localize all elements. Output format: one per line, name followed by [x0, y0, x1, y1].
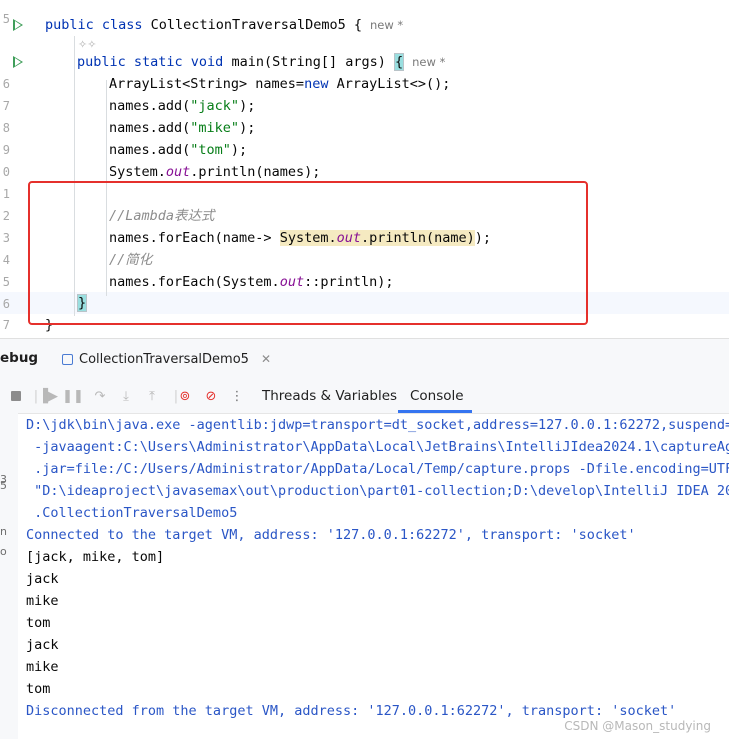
view-breakpoints-icon[interactable]: ⊚ [177, 388, 193, 404]
new-hint: new * [412, 55, 446, 69]
code-line-10: 0 names.add("tom"); [0, 139, 729, 179]
run-main-icon[interactable] [13, 56, 23, 68]
code-token: new [304, 76, 337, 92]
tab-console[interactable]: Console [410, 388, 464, 404]
code-token: CollectionTraversalDemo5 { [150, 17, 362, 33]
run-class-icon[interactable] [13, 19, 23, 31]
debug-session-label: CollectionTraversalDemo5 [79, 351, 249, 367]
code-token: names.add( [109, 142, 191, 158]
resume-icon[interactable]: ▐▶ [38, 388, 58, 404]
strip-label: 5 [0, 479, 7, 492]
code-token: names.add( [109, 98, 191, 114]
pause-icon[interactable]: ❚❚ [62, 388, 84, 404]
string-literal: "jack" [190, 98, 240, 114]
window-icon [62, 353, 73, 365]
console-line: .jar=file:/C:/Users/Administrator/AppDat… [26, 461, 729, 477]
debug-session-tab[interactable]: CollectionTraversalDemo5 ✕ [62, 349, 271, 369]
console-line: mike [26, 659, 59, 675]
matched-brace: { [394, 53, 405, 71]
console-line: tom [26, 681, 51, 697]
console-line: jack [26, 571, 59, 587]
code-token: main(String[] args) [231, 54, 394, 70]
console-line: jack [26, 637, 59, 653]
console-line: Connected to the target VM, address: '12… [26, 527, 636, 543]
console-line: -javaagent:C:\Users\Administrator\AppDat… [26, 439, 729, 455]
code-line-7: 7 ArrayList<String> names=new ArrayList<… [0, 73, 729, 113]
code-token: names.add( [109, 120, 191, 136]
new-hint: new * [370, 18, 404, 32]
code-token: ); [239, 120, 256, 136]
step-into-icon[interactable]: ⤓ [118, 388, 134, 404]
debug-tool-window-header: ebug CollectionTraversalDemo5 ✕ [0, 338, 729, 379]
code-token: System. [109, 164, 166, 180]
line-number: 5 [2, 12, 10, 26]
annotation-highlight-box [28, 181, 588, 325]
code-line-8: 8 names.add("jack"); [0, 95, 729, 135]
code-token: .println(names); [190, 164, 321, 180]
stop-icon[interactable] [8, 388, 24, 404]
code-line-9: 9 names.add("mike"); [0, 117, 729, 157]
code-token: ); [230, 142, 248, 158]
console-line: tom [26, 615, 51, 631]
step-over-icon[interactable]: ↷ [92, 388, 108, 404]
code-token: public static void [77, 54, 232, 70]
string-literal: "mike" [190, 120, 240, 136]
code-token: ArrayList<>(); [336, 76, 451, 92]
debug-title: ebug [0, 350, 39, 366]
string-literal: "tom" [190, 142, 231, 158]
console-line: D:\jdk\bin\java.exe -agentlib:jdwp=trans… [26, 417, 729, 433]
code-line-11: 1 System.out.println(names); [0, 161, 729, 201]
console-line: mike [26, 593, 59, 609]
mute-breakpoints-icon[interactable]: ⊘ [203, 388, 219, 404]
code-token: ); [239, 98, 256, 114]
code-line-6: 6 public static void main(String[] args)… [0, 51, 729, 91]
console-line: .CollectionTraversalDemo5 [26, 505, 238, 521]
debug-toolbar: | ▐▶ ❚❚ ↷ ⤓ ⤒ | ⊚ ⊘ ⋮ Threads & Variable… [0, 379, 729, 414]
code-token: ArrayList<String> names= [109, 76, 305, 92]
code-editor[interactable]: 5 public class CollectionTraversalDemo5 … [0, 0, 729, 338]
more-options-icon[interactable]: ⋮ [229, 388, 245, 404]
tab-threads-variables[interactable]: Threads & Variables [262, 388, 397, 404]
strip-label: n [0, 525, 7, 538]
static-field: out [165, 164, 191, 180]
step-out-icon[interactable]: ⤒ [144, 388, 160, 404]
ai-assist-icon[interactable]: ✧✧ [78, 38, 96, 52]
close-icon[interactable]: ✕ [261, 352, 271, 366]
watermark: CSDN @Mason_studying [564, 719, 711, 733]
code-token: public class [45, 17, 151, 33]
strip-label: o [0, 545, 7, 558]
left-tool-strip: 3 5 n o [0, 413, 18, 739]
console-line: "D:\ideaproject\javasemax\out\production… [26, 483, 729, 499]
console-line: [jack, mike, tom] [26, 549, 165, 565]
code-line-5: 5 public class CollectionTraversalDemo5 … [0, 12, 729, 36]
console-output[interactable]: D:\jdk\bin\java.exe -agentlib:jdwp=trans… [26, 413, 729, 739]
